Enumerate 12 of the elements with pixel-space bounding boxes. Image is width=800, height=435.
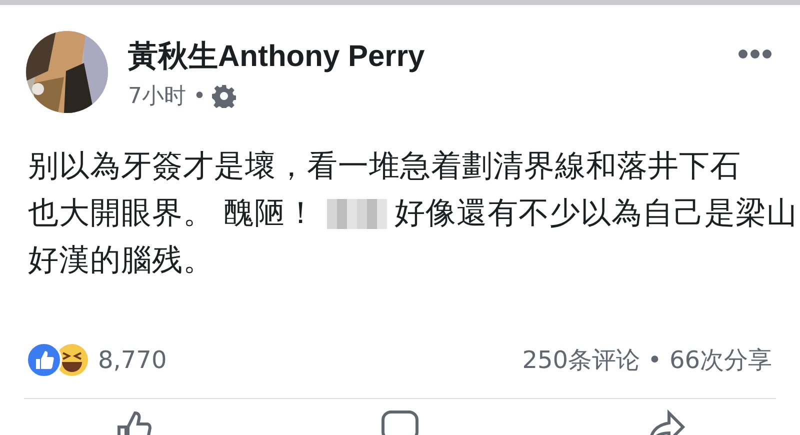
post-text: 好漢的腦残。 <box>28 242 214 280</box>
reaction-icons[interactable] <box>26 342 90 378</box>
reaction-count[interactable]: 8,770 <box>98 346 522 374</box>
post-text: 好像還有不少以為自己是梁山 <box>394 195 798 233</box>
more-options-icon[interactable] <box>738 49 772 59</box>
post-text: 也大開眼界。 醜陋！ <box>28 195 317 233</box>
redaction-mosaic <box>326 198 387 228</box>
author-name[interactable]: 黃秋生Anthony Perry <box>128 37 718 77</box>
post-text: 别以為牙簽才是壞，看一堆急着劃清界線和落井下石 <box>28 148 741 186</box>
post-time: 7小时 • <box>128 83 206 111</box>
gear-icon[interactable] <box>212 84 236 108</box>
comments-shares-count[interactable]: 250条评论 • 66次分享 <box>522 344 772 376</box>
